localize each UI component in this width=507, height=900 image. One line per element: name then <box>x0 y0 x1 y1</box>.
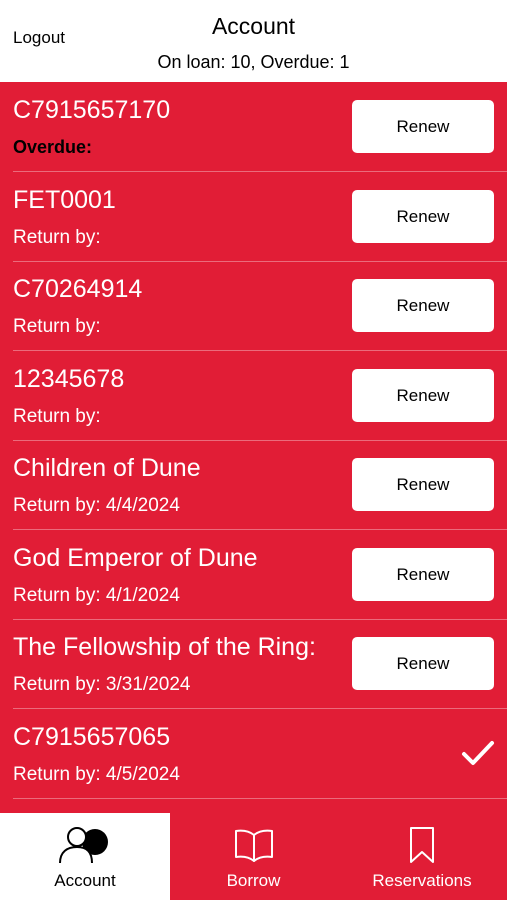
renew-button[interactable]: Renew <box>352 458 494 511</box>
return-by-label: Return by: <box>13 406 101 427</box>
renew-button[interactable]: Renew <box>352 190 494 243</box>
account-icon <box>55 825 115 865</box>
renew-button[interactable]: Renew <box>352 279 494 332</box>
loan-title: C70264914 <box>13 275 143 303</box>
loan-title: 12345678 <box>13 365 125 393</box>
tab-bar: Account Borrow Reservations <box>0 813 507 900</box>
loan-title: C7915657065 <box>13 723 171 751</box>
checkmark-icon <box>462 741 494 765</box>
row-divider <box>13 798 507 799</box>
loan-row: God Emperor of Dune Return by: 4/1/2024 … <box>0 530 507 620</box>
tab-label: Reservations <box>372 871 472 890</box>
page-title: Account <box>211 13 296 39</box>
renew-button[interactable]: Renew <box>352 369 494 422</box>
loan-summary: On loan: 10, Overdue: 1 <box>157 52 350 72</box>
loan-row: The Fellowship of the Ring: Return by: 3… <box>0 619 507 709</box>
book-icon <box>234 825 274 865</box>
loan-title: The Fellowship of the Ring: <box>13 633 316 661</box>
tab-label: Borrow <box>226 871 281 890</box>
loan-title: God Emperor of Dune <box>13 544 258 572</box>
loan-row: C7915657170 Overdue: Renew <box>0 82 507 172</box>
loan-row: C7915657065 Return by: 4/5/2024 <box>0 709 507 799</box>
header: Logout Account On loan: 10, Overdue: 1 <box>0 0 507 82</box>
return-by-label: Return by: 4/5/2024 <box>13 764 180 785</box>
return-by-label: Return by: <box>13 227 101 248</box>
loan-list: C7915657170 Overdue: Renew FET0001 Retur… <box>0 82 507 813</box>
renew-button[interactable]: Renew <box>352 637 494 690</box>
loan-title: FET0001 <box>13 186 116 214</box>
loan-title: Children of Dune <box>13 454 201 482</box>
loan-row: Children of Dune Return by: 4/4/2024 Ren… <box>0 440 507 530</box>
return-by-label: Return by: 3/31/2024 <box>13 674 191 695</box>
overdue-label: Overdue: <box>13 137 93 157</box>
renew-button[interactable]: Renew <box>352 100 494 153</box>
loan-row: C70264914 Return by: Renew <box>0 261 507 351</box>
tab-label: Account <box>54 871 116 890</box>
loan-row: FET0001 Return by: Renew <box>0 172 507 262</box>
bookmark-icon <box>408 825 436 865</box>
loan-title: C7915657170 <box>13 96 171 124</box>
tab-account[interactable]: Account <box>0 813 170 900</box>
renew-button[interactable]: Renew <box>352 548 494 601</box>
loan-row: 12345678 Return by: Renew <box>0 351 507 441</box>
return-by-label: Return by: <box>13 316 101 337</box>
tab-reservations[interactable]: Reservations <box>337 813 507 900</box>
return-by-label: Return by: 4/1/2024 <box>13 585 180 606</box>
tab-borrow[interactable]: Borrow <box>170 813 337 900</box>
return-by-label: Return by: 4/4/2024 <box>13 495 180 516</box>
